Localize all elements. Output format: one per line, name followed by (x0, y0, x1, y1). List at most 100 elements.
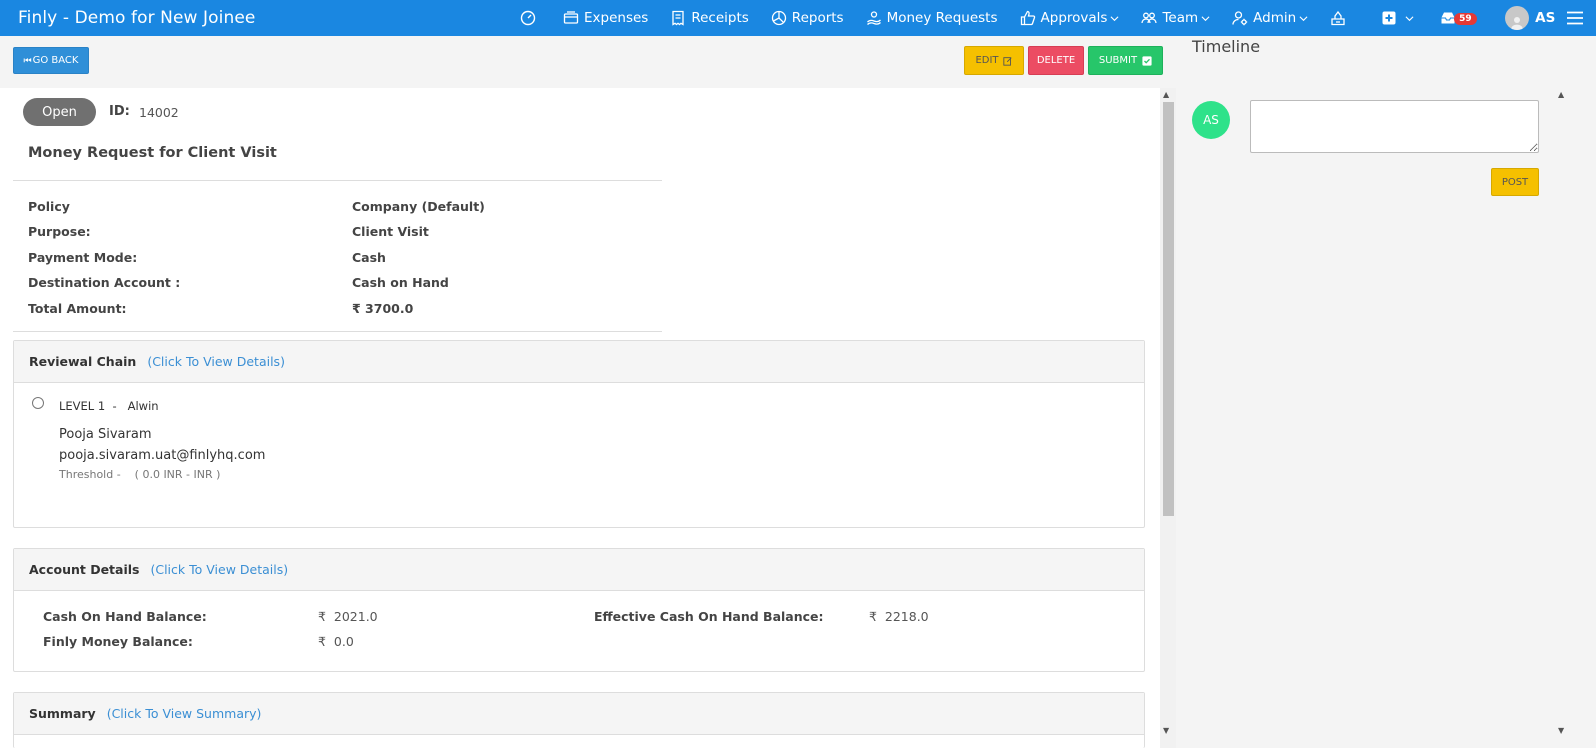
receipts-icon (672, 10, 684, 26)
submit-button[interactable]: SUBMIT (1088, 46, 1163, 75)
payment-mode-label: Payment Mode: (28, 250, 138, 265)
step-backward-icon: ⏮ (23, 55, 32, 66)
reviewer-email: pooja.sivaram.uat@finlyhq.com (59, 448, 266, 463)
post-button[interactable]: POST (1491, 168, 1539, 196)
summary-title: Summary (29, 706, 96, 721)
reviewal-chain-title: Reviewal Chain (29, 354, 137, 369)
nav-approvals-label: Approvals (1040, 10, 1108, 26)
destination-account-label: Destination Account : (28, 275, 181, 290)
reviewer-threshold: Threshold - ( 0.0 INR - INR ) (59, 468, 221, 481)
approvals-icon (1020, 10, 1035, 26)
edit-icon (1002, 56, 1012, 66)
sidebar-scroll-up-icon[interactable]: ▲ (1558, 90, 1564, 99)
policy-label: Policy (28, 199, 70, 214)
reports-icon (771, 10, 786, 26)
chevron-down-icon (1405, 15, 1414, 21)
app-brand[interactable]: Finly - Demo for New Joinee (0, 8, 500, 28)
approval-level: LEVEL 1 - Alwin (59, 399, 159, 413)
divider (13, 331, 662, 332)
expenses-icon (563, 11, 579, 24)
chevron-down-icon (1201, 15, 1210, 21)
summary-header[interactable]: Summary (Click To View Summary) (14, 693, 1144, 735)
purpose-value: Client Visit (352, 224, 429, 239)
timeline-comment-input[interactable] (1250, 100, 1539, 153)
team-icon (1141, 12, 1158, 24)
chevron-down-icon (1110, 15, 1119, 21)
nav-inbox-tray[interactable] (1330, 10, 1351, 26)
reviewer-name: Pooja Sivaram (59, 427, 152, 442)
dashboard-icon (520, 10, 536, 26)
nav-team[interactable]: Team (1141, 10, 1210, 26)
submit-label: SUBMIT (1098, 55, 1138, 66)
delete-label: DELETE (1036, 55, 1076, 66)
notification-badge: 59 (1454, 13, 1477, 25)
scroll-down-arrow-icon[interactable]: ▼ (1163, 726, 1169, 735)
nav-admin-label: Admin (1253, 10, 1297, 26)
reviewal-chain-details-link[interactable]: (Click To View Details) (147, 354, 285, 369)
level-radio[interactable] (32, 397, 44, 409)
user-silhouette-icon (1511, 17, 1524, 30)
account-details-title: Account Details (29, 562, 140, 577)
edit-label: EDIT (975, 55, 999, 66)
user-avatar (1505, 6, 1530, 30)
top-navbar: Finly - Demo for New Joinee Expenses Rec… (0, 0, 1596, 36)
total-amount-label: Total Amount: (28, 301, 127, 316)
hamburger-icon (1567, 11, 1584, 25)
user-initials: AS (1535, 10, 1556, 26)
summary-panel: Summary (Click To View Summary) (13, 692, 1145, 748)
main-scrollbar-thumb[interactable] (1163, 102, 1174, 516)
destination-account-value: Cash on Hand (352, 275, 449, 290)
status-badge: Open (23, 98, 96, 126)
go-back-button[interactable]: ⏮ GO BACK (13, 47, 89, 74)
go-back-label: GO BACK (32, 55, 79, 66)
nav-user-menu[interactable]: AS (1505, 6, 1555, 30)
nav-receipts[interactable]: Receipts (670, 10, 749, 26)
money-requests-icon (866, 11, 881, 25)
account-details-header[interactable]: Account Details (Click To View Details) (14, 549, 1144, 591)
request-title: Money Request for Client Visit (28, 145, 277, 161)
check-square-icon (1142, 55, 1152, 66)
payment-mode-value: Cash (352, 250, 386, 265)
summary-link[interactable]: (Click To View Summary) (107, 706, 262, 721)
main-nav: Expenses Receipts Reports Money Requests… (520, 0, 1596, 36)
scroll-up-arrow-icon[interactable]: ▲ (1163, 90, 1169, 99)
plus-square-icon (1382, 11, 1396, 25)
nav-team-label: Team (1162, 10, 1199, 26)
effective-cash-label: Effective Cash On Hand Balance: (594, 609, 824, 624)
nav-dashboard[interactable] (520, 10, 541, 26)
total-amount-value: ₹ 3700.0 (352, 301, 414, 316)
nav-expenses-label: Expenses (584, 10, 649, 26)
nav-notifications[interactable]: 59 (1440, 10, 1477, 26)
nav-money-requests-label: Money Requests (886, 10, 998, 26)
delete-button[interactable]: DELETE (1028, 46, 1084, 75)
cash-on-hand-label: Cash On Hand Balance: (43, 609, 207, 624)
divider (13, 180, 662, 181)
admin-icon (1232, 11, 1248, 26)
finly-money-value: ₹ 0.0 (318, 634, 354, 649)
nav-add-new[interactable] (1381, 10, 1414, 26)
reviewal-chain-header[interactable]: Reviewal Chain (Click To View Details) (14, 341, 1144, 383)
sidebar-scroll-down-icon[interactable]: ▼ (1558, 726, 1564, 735)
id-label: ID: (109, 104, 130, 119)
nav-approvals[interactable]: Approvals (1020, 10, 1120, 26)
finly-money-label: Finly Money Balance: (43, 634, 193, 649)
cash-on-hand-value: ₹ 2021.0 (318, 609, 378, 624)
nav-receipts-label: Receipts (691, 10, 749, 26)
policy-value: Company (Default) (352, 199, 485, 214)
reviewal-chain-panel: Reviewal Chain (Click To View Details) (13, 340, 1145, 528)
edit-button[interactable]: EDIT (964, 46, 1024, 75)
account-details-link[interactable]: (Click To View Details) (150, 562, 288, 577)
nav-reports[interactable]: Reports (771, 10, 844, 26)
id-value: 14002 (139, 105, 179, 120)
purpose-label: Purpose: (28, 224, 91, 239)
timeline-title: Timeline (1192, 37, 1261, 56)
nav-reports-label: Reports (791, 10, 844, 26)
timeline-user-avatar: AS (1192, 101, 1230, 139)
hamburger-menu[interactable] (1565, 10, 1590, 26)
nav-money-requests[interactable]: Money Requests (866, 10, 998, 26)
chevron-down-icon (1299, 15, 1308, 21)
nav-admin[interactable]: Admin (1232, 10, 1308, 26)
effective-cash-value: ₹ 2218.0 (869, 609, 929, 624)
tray-icon (1331, 10, 1345, 26)
nav-expenses[interactable]: Expenses (563, 10, 648, 26)
